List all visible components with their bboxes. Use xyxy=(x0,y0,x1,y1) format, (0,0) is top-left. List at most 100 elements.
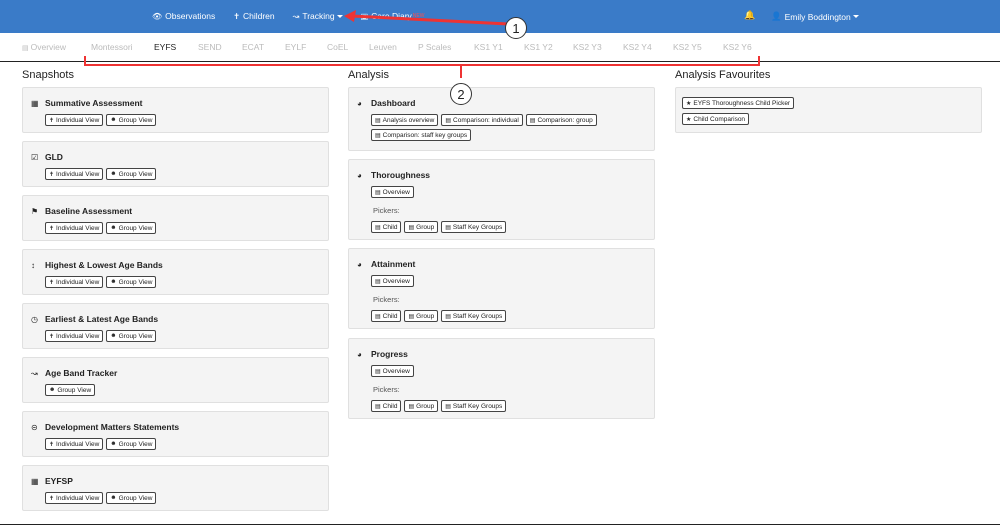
button-label: Group View xyxy=(57,386,92,394)
child-icon: ✝ xyxy=(49,495,55,502)
button-row: ▤ Child ▤ Group ▤ Staff Key Groups xyxy=(371,400,507,412)
annotation-marker-1: 1 xyxy=(505,17,527,39)
button-label: Group View xyxy=(118,170,153,178)
pickers-label: Pickers: xyxy=(373,206,400,215)
individual-view-button[interactable]: ✝ Individual View xyxy=(45,438,104,450)
favourite-eyfs-thoroughness-button[interactable]: ★ EYFS Thoroughness Child Picker xyxy=(682,97,795,109)
individual-view-button[interactable]: ✝ Individual View xyxy=(45,330,104,342)
group-view-button[interactable]: ☻ Group View xyxy=(106,492,157,504)
individual-view-button[interactable]: ✝ Individual View xyxy=(45,276,104,288)
group-view-button[interactable]: ☻ Group View xyxy=(45,384,96,396)
overview-button[interactable]: ▤ Overview xyxy=(371,186,414,198)
favourite-child-comparison-button[interactable]: ★ Child Comparison xyxy=(682,113,750,125)
group-picker-button[interactable]: ▤ Group xyxy=(404,221,439,233)
group-view-button[interactable]: ☻ Group View xyxy=(106,330,157,342)
flag-icon: ⚑ xyxy=(31,206,39,216)
button-label: Comparison: group xyxy=(537,116,593,124)
bell-icon[interactable]: 🔔 xyxy=(744,10,755,21)
snapshot-card: ▦ Summative Assessment ✝ Individual View ☻… xyxy=(22,87,329,133)
staff-key-groups-picker-button[interactable]: ▤ Staff Key Groups xyxy=(441,310,507,322)
button-label: Individual View xyxy=(56,332,100,340)
child-picker-button[interactable]: ▤ Child xyxy=(371,221,402,233)
tab-label: Overview xyxy=(30,42,67,52)
button-label: Comparison: individual xyxy=(453,116,519,124)
button-label: Individual View xyxy=(56,116,100,124)
group-view-button[interactable]: ☻ Group View xyxy=(106,168,157,180)
group-icon: ☻ xyxy=(110,279,117,285)
group-icon: ☻ xyxy=(110,495,117,501)
annotation-bracket-right xyxy=(758,56,760,66)
tab-ecat[interactable]: ECAT xyxy=(242,42,264,52)
comparison-individual-button[interactable]: ▤ Comparison: individual xyxy=(441,114,523,126)
user-menu[interactable]: 👤 Emily Boddington xyxy=(771,11,859,22)
button-label: Group View xyxy=(118,116,153,124)
bar-chart-icon: ▤ xyxy=(375,132,381,139)
group-view-button[interactable]: ☻ Group View xyxy=(106,222,157,234)
card-title: ⊝ Development Matters Statements xyxy=(31,422,179,432)
group-picker-button[interactable]: ▤ Group xyxy=(404,400,439,412)
card-title-text: Dashboard xyxy=(371,98,416,108)
card-title-text: Thoroughness xyxy=(371,170,431,180)
individual-view-button[interactable]: ✝ Individual View xyxy=(45,222,104,234)
tab-coel[interactable]: CoEL xyxy=(327,42,348,52)
button-row: ▤ Overview xyxy=(371,186,414,198)
button-label: Staff Key Groups xyxy=(452,402,503,410)
snapshot-card: ↝ Age Band Tracker ☻ Group View xyxy=(22,357,329,403)
analysis-heading: Analysis xyxy=(348,69,389,81)
tab-p-scales[interactable]: P Scales xyxy=(418,42,451,52)
group-picker-button[interactable]: ▤ Group xyxy=(404,310,439,322)
favourites-card: ★ EYFS Thoroughness Child Picker ★ Child C… xyxy=(675,87,982,133)
button-row: ✝ Individual View ☻ Group View xyxy=(45,276,157,288)
nav-observations[interactable]: 👁 Observations xyxy=(152,11,215,21)
comparison-group-button[interactable]: ▤ Comparison: group xyxy=(525,114,597,126)
tab-leuven[interactable]: Leuven xyxy=(369,42,397,52)
comparison-staff-key-groups-button[interactable]: ▤ Comparison: staff key groups xyxy=(371,129,472,141)
button-row: ▤ Analysis overview ▤ Comparison: individu… xyxy=(371,114,651,141)
tab-ks2-y6[interactable]: KS2 Y6 xyxy=(723,42,752,52)
individual-view-button[interactable]: ✝ Individual View xyxy=(45,168,104,180)
pie-chart-icon: ◕ xyxy=(357,170,362,180)
child-picker-button[interactable]: ▤ Child xyxy=(371,400,402,412)
tab-ks1-y1[interactable]: KS1 Y1 xyxy=(474,42,503,52)
individual-view-button[interactable]: ✝ Individual View xyxy=(45,114,104,126)
group-icon: ☻ xyxy=(110,117,117,123)
tab-ks2-y3[interactable]: KS2 Y3 xyxy=(573,42,602,52)
button-row: ▤ Child ▤ Group ▤ Staff Key Groups xyxy=(371,221,507,233)
card-title-text: Progress xyxy=(371,349,408,359)
overview-button[interactable]: ▤ Overview xyxy=(371,365,414,377)
staff-key-groups-picker-button[interactable]: ▤ Staff Key Groups xyxy=(441,221,507,233)
button-row: ▤ Overview xyxy=(371,365,414,377)
tab-eylf[interactable]: EYLF xyxy=(285,42,306,52)
tab-montessori[interactable]: Montessori xyxy=(91,42,133,52)
child-icon: ✝ xyxy=(49,441,55,448)
card-title: ◷ Earliest & Latest Age Bands xyxy=(31,314,158,324)
thoroughness-card: ◕ Thoroughness ▤ Overview Pickers: ▤ Child … xyxy=(348,159,655,240)
child-picker-button[interactable]: ▤ Child xyxy=(371,310,402,322)
button-row: ✝ Individual View ☻ Group View xyxy=(45,168,157,180)
nav-children[interactable]: ✝ Children xyxy=(233,11,274,21)
tab-ks2-y5[interactable]: KS2 Y5 xyxy=(673,42,702,52)
group-view-button[interactable]: ☻ Group View xyxy=(106,276,157,288)
staff-key-groups-picker-button[interactable]: ▤ Staff Key Groups xyxy=(441,400,507,412)
tab-eyfs[interactable]: EYFS xyxy=(154,42,176,52)
calendar-check-icon: ☑ xyxy=(31,152,39,162)
bar-chart-icon: ▤ xyxy=(408,224,415,231)
button-label: Group View xyxy=(118,278,153,286)
group-view-button[interactable]: ☻ Group View xyxy=(106,114,157,126)
bar-chart-icon: ▤ xyxy=(375,278,381,285)
overview-button[interactable]: ▤ Overview xyxy=(371,275,414,287)
bar-chart-icon: ▤ xyxy=(445,313,451,320)
analysis-overview-button[interactable]: ▤ Analysis overview xyxy=(371,114,439,126)
tab-ks1-y2[interactable]: KS1 Y2 xyxy=(524,42,553,52)
individual-view-button[interactable]: ✝ Individual View xyxy=(45,492,104,504)
button-label: Child Comparison xyxy=(693,115,746,123)
tab-ks2-y4[interactable]: KS2 Y4 xyxy=(623,42,652,52)
bar-chart-icon: ▤ xyxy=(408,313,415,320)
pickers-label: Pickers: xyxy=(373,295,400,304)
tab-overview[interactable]: ▤ Overview xyxy=(22,42,66,52)
snapshot-card: ☑ GLD ✝ Individual View ☻ Group View xyxy=(22,141,329,187)
button-row: ▤ Child ▤ Group ▤ Staff Key Groups xyxy=(371,310,507,322)
group-view-button[interactable]: ☻ Group View xyxy=(106,438,157,450)
tab-send[interactable]: SEND xyxy=(198,42,222,52)
bar-chart-icon: ▤ xyxy=(375,117,381,124)
